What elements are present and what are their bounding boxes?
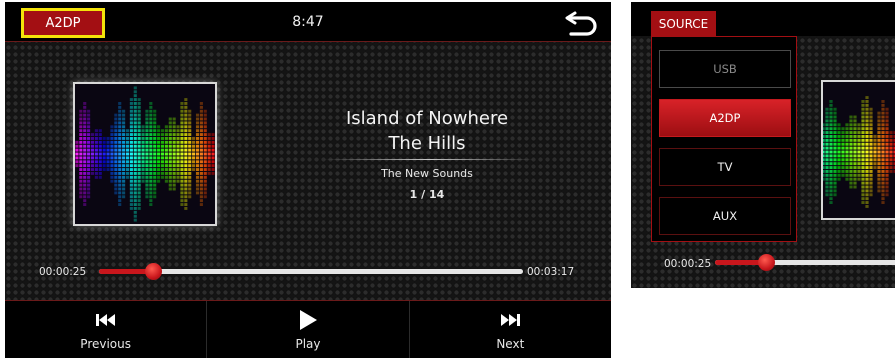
current-time: 00:00:25 xyxy=(664,258,712,270)
current-time: 00:00:25 xyxy=(39,266,87,278)
source-item-aux[interactable]: AUX xyxy=(659,197,791,235)
progress-slider[interactable] xyxy=(99,263,523,280)
song-title: Island of Nowhere xyxy=(345,108,509,129)
album-art xyxy=(73,82,217,226)
back-button[interactable] xyxy=(563,8,599,38)
album-name: The New Sounds xyxy=(381,167,473,180)
play-icon xyxy=(299,309,317,330)
play-button[interactable]: Play xyxy=(207,301,410,358)
total-time: 00:03:17 xyxy=(527,266,575,278)
artist-name: The Hills xyxy=(388,133,466,154)
progress-knob[interactable] xyxy=(758,254,775,271)
play-label: Play xyxy=(295,336,321,351)
track-counter: 1 / 14 xyxy=(409,188,445,201)
top-bar: A2DP 8:47 xyxy=(5,2,611,42)
back-arrow-icon xyxy=(565,11,597,36)
progress-knob[interactable] xyxy=(144,263,162,280)
source-item-tv[interactable]: TV xyxy=(659,148,791,186)
previous-label: Previous xyxy=(80,336,132,351)
next-label: Next xyxy=(496,336,525,351)
skip-next-icon xyxy=(501,313,521,326)
source-item-usb[interactable]: USB xyxy=(659,50,791,88)
source-tab[interactable]: SOURCE xyxy=(651,11,716,36)
player-screen: A2DP 8:47 Island of Nowhere The Hills Th… xyxy=(5,2,611,358)
source-menu: USB A2DP TV AUX xyxy=(651,36,797,242)
previous-button[interactable]: Previous xyxy=(5,301,208,358)
album-art xyxy=(821,80,895,220)
divider xyxy=(323,159,535,160)
next-button[interactable]: Next xyxy=(410,301,611,358)
clock: 8:47 xyxy=(292,14,324,30)
equalizer-artwork xyxy=(823,96,895,208)
equalizer-artwork xyxy=(75,86,215,222)
control-bar: Previous Play Next xyxy=(5,300,611,358)
skip-previous-icon xyxy=(95,313,115,326)
source-item-a2dp[interactable]: A2DP xyxy=(659,99,791,137)
top-bar: SOURCE xyxy=(631,2,895,36)
source-menu-screen: SOURCE 00:00:25 USB A2DP TV AUX xyxy=(631,2,895,288)
progress-slider[interactable] xyxy=(715,254,895,271)
